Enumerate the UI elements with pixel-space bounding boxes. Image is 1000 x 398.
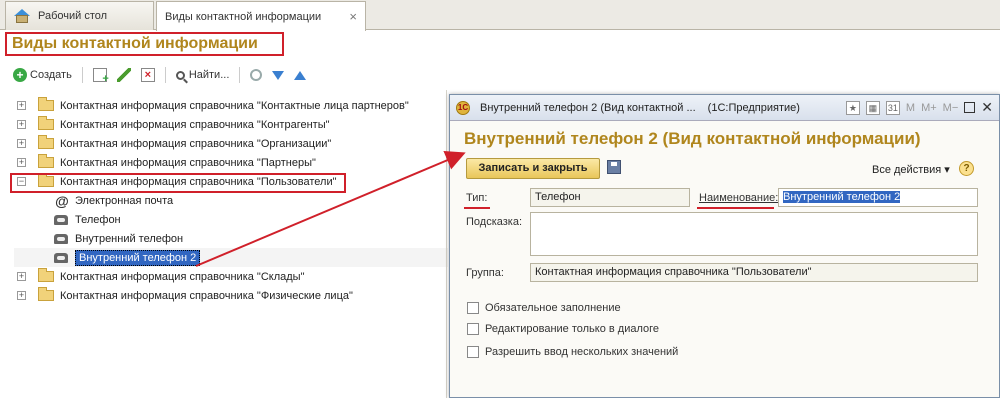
annotation-arrow — [195, 150, 466, 267]
annotation-arrow-line — [195, 150, 466, 267]
